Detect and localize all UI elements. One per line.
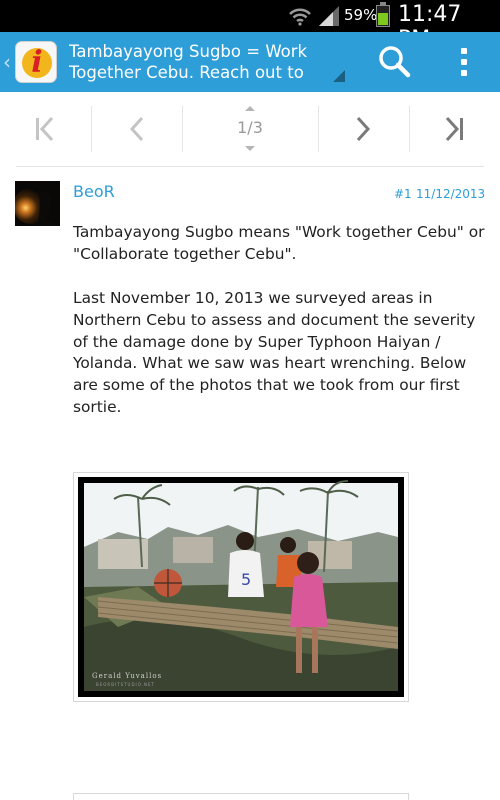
post-paragraph: Last November 10, 2013 we surveyed areas… xyxy=(73,289,476,416)
next-photo-card xyxy=(73,793,409,800)
battery-percent: 59% xyxy=(344,6,378,24)
post-paragraph: Tambayayong Sugbo means "Work together C… xyxy=(73,223,485,263)
last-page-icon xyxy=(445,116,463,142)
dropdown-corner-icon xyxy=(333,70,345,82)
post-number: #1 xyxy=(394,187,412,201)
thread-title[interactable]: Tambayayong Sugbo = Work Together Cebu. … xyxy=(69,41,319,83)
back-chevron-icon[interactable]: ‹ xyxy=(3,50,11,74)
last-page-button[interactable] xyxy=(410,92,500,166)
post-author[interactable]: BeoR xyxy=(73,182,115,201)
previous-page-icon xyxy=(129,116,144,142)
previous-page-button[interactable] xyxy=(92,92,182,166)
signal-icon xyxy=(319,6,339,26)
next-page-button[interactable] xyxy=(319,92,409,166)
status-bar: 59% 11:47 PM xyxy=(0,0,500,52)
page-navigation: 1/3 xyxy=(0,92,500,166)
avatar-image xyxy=(15,181,60,226)
first-page-button[interactable] xyxy=(0,92,90,166)
search-button[interactable] xyxy=(372,40,416,84)
avatar[interactable] xyxy=(15,181,60,226)
wifi-icon xyxy=(289,8,311,26)
photo-watermark: Gerald Yuvallos xyxy=(92,672,163,680)
app-logo-letter: i xyxy=(31,45,43,80)
page-indicator-label: 1/3 xyxy=(237,118,263,137)
next-page-icon xyxy=(356,116,371,142)
page-indicator[interactable]: 1/3 xyxy=(200,92,300,166)
app-logo-icon[interactable]: i xyxy=(15,41,57,83)
post-photo-frame: 5 Gerald Yuvallos BEORBITSTUDIO.NET xyxy=(78,477,404,697)
app-bar: ‹ i Tambayayong Sugbo = Work Together Ce… xyxy=(0,32,500,92)
post-date: 11/12/2013 xyxy=(416,187,486,201)
battery-icon xyxy=(376,2,390,27)
svg-text:5: 5 xyxy=(241,570,251,589)
pager-divider xyxy=(16,166,484,167)
post-photo-image: 5 xyxy=(78,477,404,697)
search-icon xyxy=(379,46,411,78)
page-down-arrow-icon xyxy=(245,146,255,151)
photo-watermark-sub: BEORBITSTUDIO.NET xyxy=(96,682,155,687)
post-photo[interactable]: 5 Gerald Yuvallos BEORBITSTUDIO.NET xyxy=(73,472,409,702)
page-up-arrow-icon xyxy=(245,106,255,111)
first-page-icon xyxy=(36,116,54,142)
thread-title-text: Tambayayong Sugbo = Work Together Cebu. … xyxy=(69,42,308,82)
overflow-menu-icon[interactable] xyxy=(444,40,484,84)
